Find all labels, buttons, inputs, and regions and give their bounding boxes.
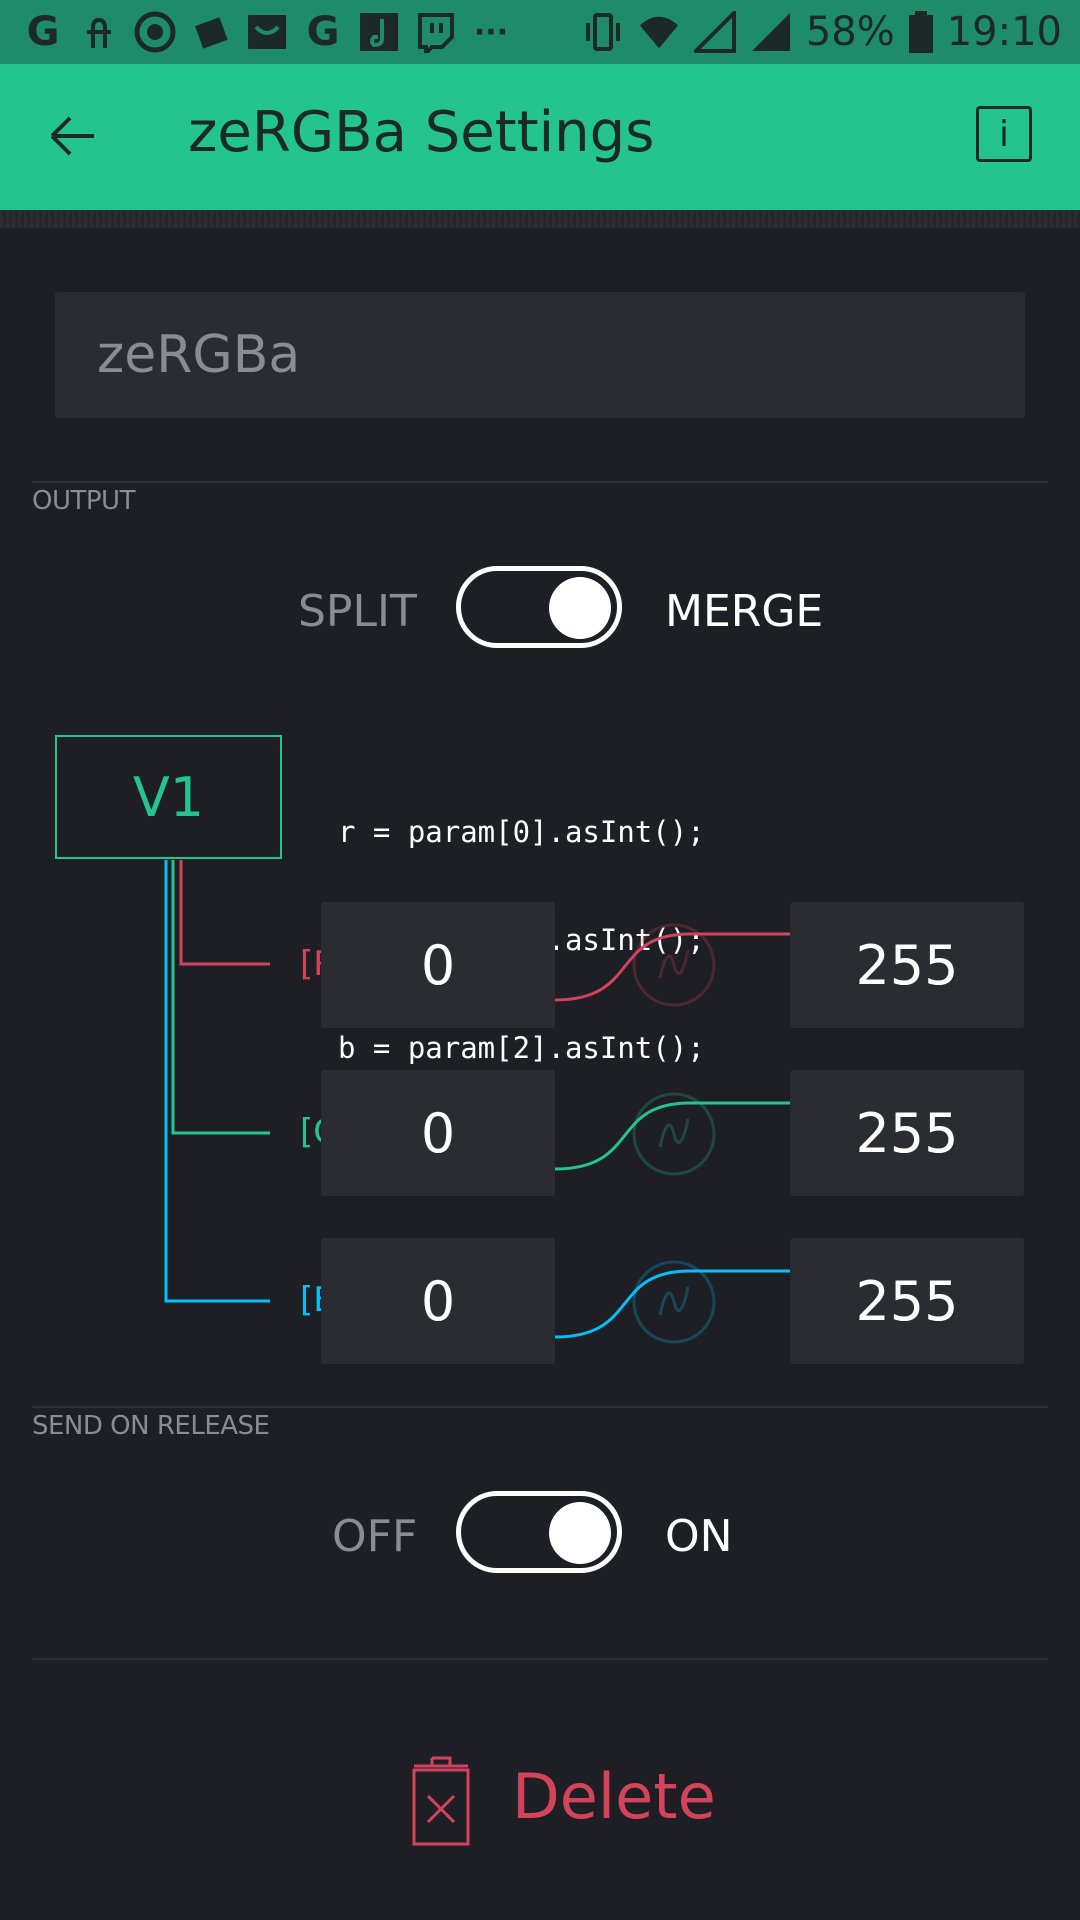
- battery-icon: [908, 11, 933, 53]
- toggle-knob: [549, 1502, 611, 1564]
- record-icon: [134, 11, 176, 53]
- split-merge-toggle[interactable]: [456, 566, 622, 648]
- twitch-icon: [414, 11, 456, 53]
- wire-green: [171, 860, 270, 1135]
- battery-percent: 58%: [805, 9, 895, 55]
- signal-icon: [693, 11, 736, 53]
- delete-button[interactable]: Delete: [408, 1752, 808, 1862]
- system-icons: 58% 19:10: [582, 0, 1062, 64]
- google-icon: G: [26, 9, 60, 55]
- info-button[interactable]: i: [976, 106, 1032, 162]
- notification-icons: G G ···: [22, 9, 512, 55]
- merge-label: MERGE: [665, 586, 824, 637]
- split-merge-switch-row: SPLIT MERGE: [0, 566, 1080, 656]
- trash-icon: [412, 1756, 470, 1846]
- curve-handle-blue: [632, 1260, 716, 1344]
- back-button[interactable]: [40, 108, 110, 164]
- delete-label: Delete: [512, 1760, 716, 1833]
- page-title: zeRGBa Settings: [188, 100, 655, 165]
- send-on-release-toggle[interactable]: [456, 1491, 622, 1573]
- channel-g-max[interactable]: 255: [790, 1070, 1024, 1196]
- section-label-output: OUTPUT: [32, 486, 135, 516]
- channel-b-max[interactable]: 255: [790, 1238, 1024, 1364]
- channel-b-min[interactable]: 0: [321, 1238, 555, 1364]
- wire-red: [179, 860, 270, 966]
- curve-icon-blue: [658, 1286, 690, 1316]
- channel-r-max[interactable]: 255: [790, 902, 1024, 1028]
- vibrate-icon: [582, 11, 624, 53]
- clock: 19:10: [946, 9, 1062, 55]
- curve-handle-green: [632, 1092, 716, 1176]
- music-icon: [358, 11, 400, 53]
- virtual-pin-selector[interactable]: V1: [55, 735, 282, 859]
- info-icon: i: [998, 113, 1009, 155]
- divider: [32, 1658, 1048, 1660]
- code-line: r = param[0].asInt();: [338, 815, 705, 849]
- download-icon: [190, 11, 232, 53]
- divider: [32, 481, 1048, 483]
- off-label: OFF: [332, 1511, 418, 1562]
- google-icon-2: G: [306, 9, 340, 55]
- curve-green: [554, 1101, 790, 1171]
- channel-g-min[interactable]: 0: [321, 1070, 555, 1196]
- on-label: ON: [665, 1511, 733, 1562]
- pin-label: V1: [132, 765, 205, 829]
- more-notifications-icon: ···: [473, 14, 509, 50]
- mail-icon: [246, 11, 288, 53]
- code-line: b = param[2].asInt();: [338, 1031, 705, 1065]
- curve-icon-green: [658, 1118, 690, 1148]
- send-on-release-switch-row: OFF ON: [0, 1491, 1080, 1581]
- status-bar: G G ··· 58% 19:10: [0, 0, 1080, 64]
- curve-blue: [554, 1269, 790, 1339]
- signal-roaming-icon: [750, 11, 792, 53]
- widget-name-input[interactable]: [55, 292, 1025, 418]
- channel-r-min[interactable]: 0: [321, 902, 555, 1028]
- wifi-icon: [638, 11, 680, 53]
- app-bar-shadow: [0, 210, 1080, 228]
- divider: [32, 1406, 1048, 1408]
- arrow-left-icon: [50, 116, 94, 156]
- toggle-knob: [549, 577, 611, 639]
- split-label: SPLIT: [298, 586, 417, 637]
- lottery-icon: [78, 11, 120, 53]
- wire-blue: [164, 860, 270, 1303]
- section-label-send-on-release: SEND ON RELEASE: [32, 1411, 270, 1441]
